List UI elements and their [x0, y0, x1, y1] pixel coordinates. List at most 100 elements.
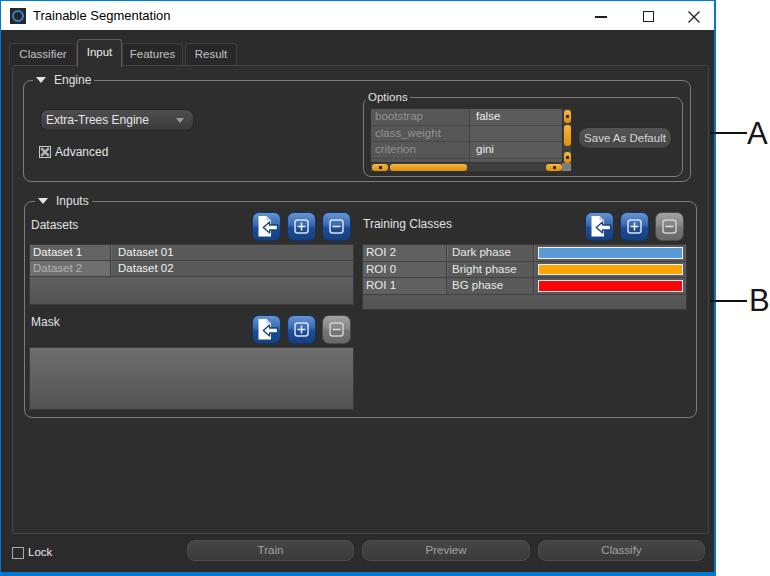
training-classes-table: ROI 2 Dark phase ROI 0 Bright phase ROI …	[362, 244, 687, 310]
dataset-value[interactable]: Dataset 01	[112, 245, 353, 260]
add-icon	[288, 316, 315, 343]
mask-table[interactable]	[29, 347, 354, 410]
color-swatch[interactable]	[538, 280, 683, 292]
close-button[interactable]	[674, 1, 714, 30]
horizontal-scroll-thumb[interactable]	[390, 164, 467, 171]
dropdown-arrow-icon	[176, 118, 184, 123]
datasets-add-button[interactable]	[287, 212, 316, 241]
class-name[interactable]: BG phase	[448, 278, 534, 294]
options-rows: bootstrap false class_weight criterion g…	[371, 109, 563, 164]
mask-add-button[interactable]	[287, 315, 316, 344]
table-row[interactable]: ROI 1 BG phase	[363, 278, 686, 295]
tab-result[interactable]: Result	[185, 43, 237, 65]
annotation-label-a: A	[747, 118, 770, 150]
option-value[interactable]: false	[471, 109, 563, 125]
mask-remove-button[interactable]	[322, 315, 351, 344]
mask-import-button[interactable]	[252, 315, 281, 344]
option-key[interactable]: bootstrap	[371, 109, 470, 125]
class-name[interactable]: Dark phase	[448, 245, 534, 261]
roi-name[interactable]: ROI 1	[363, 278, 447, 294]
remove-icon	[656, 213, 683, 240]
table-row[interactable]: ROI 2 Dark phase	[363, 245, 686, 262]
vertical-scroll-thumb[interactable]	[564, 125, 571, 146]
maximize-button[interactable]	[628, 1, 668, 30]
train-button[interactable]: Train	[187, 540, 354, 561]
inputs-group-title[interactable]: Inputs	[35, 194, 92, 208]
remove-icon	[323, 213, 350, 240]
save-as-default-button[interactable]: Save As Default	[578, 127, 672, 149]
roi-name[interactable]: ROI 2	[363, 245, 447, 261]
table-row[interactable]: Dataset 1 Dataset 01	[30, 245, 353, 261]
option-key[interactable]: criterion	[371, 142, 470, 158]
options-table: bootstrap false class_weight criterion g…	[370, 108, 572, 172]
table-row[interactable]: ROI 0 Bright phase	[363, 262, 686, 279]
class-color-cell[interactable]	[535, 278, 686, 294]
window-title: Trainable Segmentation	[33, 1, 171, 30]
app-window: Trainable Segmentation Classifier Input …	[0, 0, 716, 576]
add-icon	[288, 213, 315, 240]
tab-input[interactable]: Input	[77, 39, 122, 67]
horizontal-scrollbar[interactable]	[371, 162, 564, 171]
scroll-button-dot-icon	[553, 166, 556, 169]
mask-label: Mask	[31, 316, 60, 329]
scroll-button-dot-icon	[379, 166, 382, 169]
training-remove-button[interactable]	[655, 212, 684, 241]
scroll-button-dot-icon	[566, 115, 569, 118]
scroll-right-button[interactable]	[546, 164, 562, 171]
preview-button[interactable]: Preview	[362, 540, 530, 561]
table-row[interactable]: bootstrap false	[371, 109, 563, 126]
engine-group-title[interactable]: Engine	[33, 73, 94, 87]
roi-name[interactable]: ROI 0	[363, 262, 447, 278]
option-value[interactable]	[471, 126, 563, 142]
lock-checkbox[interactable]	[12, 547, 24, 559]
option-key[interactable]: class_weight	[371, 126, 470, 142]
datasets-table: Dataset 1 Dataset 01 Dataset 2 Dataset 0…	[29, 244, 354, 305]
tab-classifier[interactable]: Classifier	[9, 43, 77, 65]
color-swatch[interactable]	[538, 247, 683, 259]
dataset-name[interactable]: Dataset 1	[30, 245, 111, 260]
tab-features[interactable]: Features	[122, 43, 183, 65]
engine-select-value: Extra-Trees Engine	[46, 113, 149, 127]
class-color-cell[interactable]	[535, 262, 686, 278]
engine-group-label: Engine	[54, 73, 91, 87]
maximize-icon	[643, 11, 654, 22]
training-import-button[interactable]	[585, 212, 614, 241]
engine-select[interactable]: Extra-Trees Engine	[40, 109, 194, 131]
datasets-remove-button[interactable]	[322, 212, 351, 241]
app-icon-ring	[12, 10, 24, 22]
options-group-label: Options	[368, 91, 408, 103]
training-add-button[interactable]	[620, 212, 649, 241]
app-icon	[10, 8, 26, 24]
vertical-scrollbar[interactable]	[562, 109, 571, 164]
datasets-import-button[interactable]	[252, 212, 281, 241]
collapse-arrow-icon	[38, 198, 48, 204]
dataset-name[interactable]: Dataset 2	[30, 261, 111, 276]
titlebar: Trainable Segmentation	[1, 1, 714, 30]
class-name[interactable]: Bright phase	[448, 262, 534, 278]
scroll-down-button[interactable]	[564, 152, 571, 163]
inputs-group-label: Inputs	[56, 194, 89, 208]
table-row[interactable]: class_weight	[371, 126, 563, 143]
remove-icon	[323, 316, 350, 343]
import-document-icon	[253, 213, 280, 240]
classify-button[interactable]: Classify	[538, 540, 705, 561]
add-icon	[621, 213, 648, 240]
minimize-button[interactable]	[581, 1, 621, 30]
lock-label: Lock	[28, 546, 52, 559]
color-swatch[interactable]	[538, 264, 683, 276]
table-row[interactable]: Dataset 2 Dataset 02	[30, 261, 353, 277]
class-color-cell[interactable]	[535, 245, 686, 261]
options-group-title: Options	[366, 91, 410, 104]
import-document-icon	[586, 213, 613, 240]
scroll-left-button[interactable]	[372, 164, 388, 171]
advanced-checkbox[interactable]	[39, 146, 51, 158]
close-icon	[688, 11, 700, 23]
dataset-value[interactable]: Dataset 02	[112, 261, 353, 276]
scroll-up-button[interactable]	[564, 110, 571, 123]
table-row[interactable]: criterion gini	[371, 142, 563, 159]
import-document-icon	[253, 316, 280, 343]
annotation-label-b: B	[749, 285, 770, 317]
datasets-label: Datasets	[31, 219, 78, 232]
option-value[interactable]: gini	[471, 142, 563, 158]
annotation-line-b	[710, 300, 747, 302]
